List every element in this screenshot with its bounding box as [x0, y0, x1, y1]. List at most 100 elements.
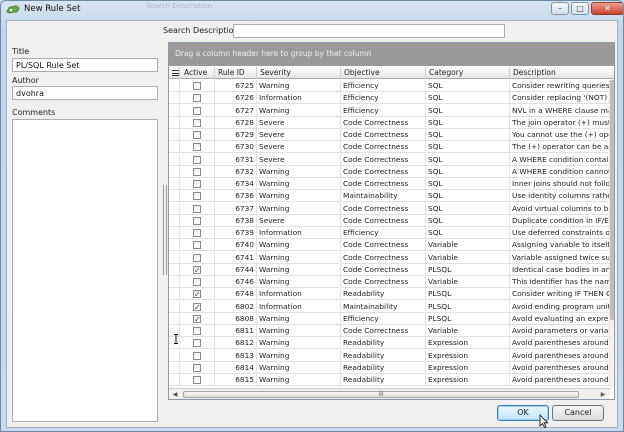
active-checkbox[interactable] [193, 376, 201, 384]
active-checkbox[interactable] [193, 180, 201, 188]
row-indicator[interactable] [169, 349, 180, 362]
close-button[interactable]: ✕ [591, 2, 623, 15]
active-checkbox[interactable]: ✓ [193, 290, 201, 299]
row-indicator[interactable] [169, 165, 180, 178]
active-checkbox[interactable] [193, 363, 201, 372]
table-row[interactable]: 6813 Warning Readability Expression Avoid pa… [169, 349, 610, 362]
active-checkbox[interactable] [193, 204, 201, 213]
row-indicator[interactable] [169, 129, 180, 141]
row-indicator[interactable] [169, 214, 180, 227]
table-row[interactable]: ✓ 6802 Information Maintainability PLSQL Avoi… [169, 300, 610, 313]
horizontal-scrollbar[interactable]: ◀ III ▶ [169, 388, 610, 399]
cancel-button[interactable]: Cancel [552, 405, 604, 421]
horizontal-scroll-thumb[interactable]: III [183, 391, 579, 398]
table-row[interactable]: 6728 Severe Code Correctness SQL The join op… [169, 116, 610, 129]
active-checkbox[interactable] [193, 229, 201, 237]
row-indicator[interactable] [169, 239, 180, 252]
active-checkbox[interactable]: ✓ [193, 265, 201, 274]
row-indicator[interactable] [169, 153, 180, 166]
active-checkbox[interactable] [193, 106, 201, 115]
active-checkbox[interactable] [193, 253, 201, 262]
active-checkbox[interactable] [193, 167, 201, 176]
search-description-input[interactable] [233, 24, 505, 38]
vertical-scroll-thumb[interactable] [610, 80, 614, 320]
table-row[interactable]: 6746 Warning Code Correctness Variable This … [169, 276, 610, 289]
table-row[interactable]: 6740 Warning Code Correctness Variable Assig… [169, 239, 610, 252]
table-row[interactable]: 6737 Warning Code Correctness SQL Avoid virt… [169, 202, 610, 215]
minimize-button[interactable]: – [551, 2, 569, 15]
vertical-scrollbar[interactable] [610, 80, 614, 388]
active-checkbox[interactable] [193, 143, 201, 152]
row-indicator[interactable] [169, 312, 180, 325]
table-row[interactable]: 6725 Warning Efficiency SQL Consider rewriti… [169, 80, 610, 93]
table-row[interactable]: 6729 Severe Code Correctness SQL You cannot … [169, 129, 610, 142]
author-field[interactable] [12, 86, 158, 100]
row-indicator[interactable] [169, 276, 180, 288]
comments-textarea[interactable] [12, 119, 158, 422]
table-row[interactable]: 6727 Warning Efficiency SQL NVL in a WHERE c… [169, 104, 610, 117]
table-row[interactable]: 6726 Information Efficiency SQL Consider rep… [169, 92, 610, 105]
table-row[interactable]: ✓ 6748 Information Readability PLSQL Consider… [169, 288, 610, 301]
table-row[interactable]: 6815 Warning Readability Expression Avoid pa… [169, 374, 610, 387]
active-checkbox[interactable] [193, 155, 201, 164]
column-header-rule-id[interactable]: Rule ID [215, 67, 257, 79]
row-indicator[interactable] [169, 374, 180, 386]
table-row[interactable]: ✓ 6744 Warning Code Correctness PLSQL Identic… [169, 263, 610, 276]
row-indicator[interactable] [169, 300, 180, 313]
active-checkbox[interactable] [193, 339, 201, 348]
table-row[interactable]: 6738 Severe Code Correctness SQL Duplicate c… [169, 214, 610, 227]
active-checkbox[interactable] [193, 327, 201, 335]
active-checkbox[interactable] [193, 192, 201, 201]
splitter-grip[interactable] [163, 185, 167, 275]
column-header-objective[interactable]: Objective [341, 67, 426, 79]
row-indicator[interactable] [169, 251, 180, 264]
row-indicator[interactable] [169, 190, 180, 203]
table-row[interactable]: ✓ 6808 Warning Efficiency PLSQL Avoid evaluat… [169, 312, 610, 325]
active-checkbox[interactable] [193, 82, 201, 90]
objective-cell: Readability [341, 288, 426, 301]
table-row[interactable]: 6732 Warning Code Correctness SQL A WHERE co… [169, 165, 610, 178]
row-indicator[interactable] [169, 288, 180, 301]
column-header-category[interactable]: Category [426, 67, 510, 79]
row-indicator[interactable] [169, 116, 180, 129]
active-checkbox[interactable] [193, 351, 201, 360]
row-indicator[interactable] [169, 227, 180, 239]
row-indicator[interactable] [169, 178, 180, 190]
column-chooser-button[interactable] [169, 67, 180, 79]
table-row[interactable]: 6741 Warning Code Correctness Variable Varia… [169, 251, 610, 264]
row-indicator[interactable] [169, 92, 180, 105]
title-field[interactable] [12, 58, 158, 72]
active-checkbox[interactable] [193, 216, 201, 225]
scroll-left-icon[interactable]: ◀ [170, 390, 180, 399]
table-row[interactable]: 6814 Warning Readability Expression Avoid pa… [169, 361, 610, 374]
row-indicator[interactable] [169, 202, 180, 215]
scroll-right-icon[interactable]: ▶ [598, 390, 608, 399]
column-header-description[interactable]: Description [510, 67, 614, 79]
column-header-severity[interactable]: Severity [257, 67, 341, 79]
row-indicator[interactable] [169, 263, 180, 276]
table-row[interactable]: 6736 Warning Maintainability SQL Use identit… [169, 190, 610, 203]
active-checkbox[interactable] [193, 94, 201, 103]
severity-cell: Severe [257, 116, 341, 129]
active-checkbox[interactable] [193, 131, 201, 139]
table-row[interactable]: 6731 Severe Code Correctness SQL A WHERE con… [169, 153, 610, 166]
table-row[interactable]: 6730 Severe Code Correctness SQL The (+) ope… [169, 141, 610, 154]
row-indicator[interactable] [169, 141, 180, 154]
title-bar[interactable]: New Rule Set Search Description – □ ✕ [1, 1, 623, 19]
active-checkbox[interactable]: ✓ [193, 314, 201, 323]
group-by-area[interactable]: Drag a column header here to group by th… [169, 43, 614, 66]
row-indicator[interactable] [169, 104, 180, 117]
table-row[interactable]: 6739 Information Efficiency SQL Use deferred… [169, 227, 610, 240]
table-row[interactable]: 6811 Warning Code Correctness Variable Avoid… [169, 325, 610, 338]
active-checkbox[interactable]: ✓ [193, 302, 201, 311]
column-header-active[interactable]: Active [180, 67, 215, 79]
active-checkbox[interactable] [193, 118, 201, 127]
active-checkbox[interactable] [193, 278, 201, 286]
maximize-button[interactable]: □ [571, 2, 589, 15]
row-indicator[interactable] [169, 361, 180, 374]
row-indicator[interactable] [169, 80, 180, 92]
active-checkbox[interactable] [193, 241, 201, 250]
table-row[interactable]: 6734 Warning Code Correctness SQL Inner join… [169, 178, 610, 191]
table-row[interactable]: 6812 Warning Readability Expression Avoid pa… [169, 337, 610, 350]
severity-cell: Warning [257, 80, 341, 92]
